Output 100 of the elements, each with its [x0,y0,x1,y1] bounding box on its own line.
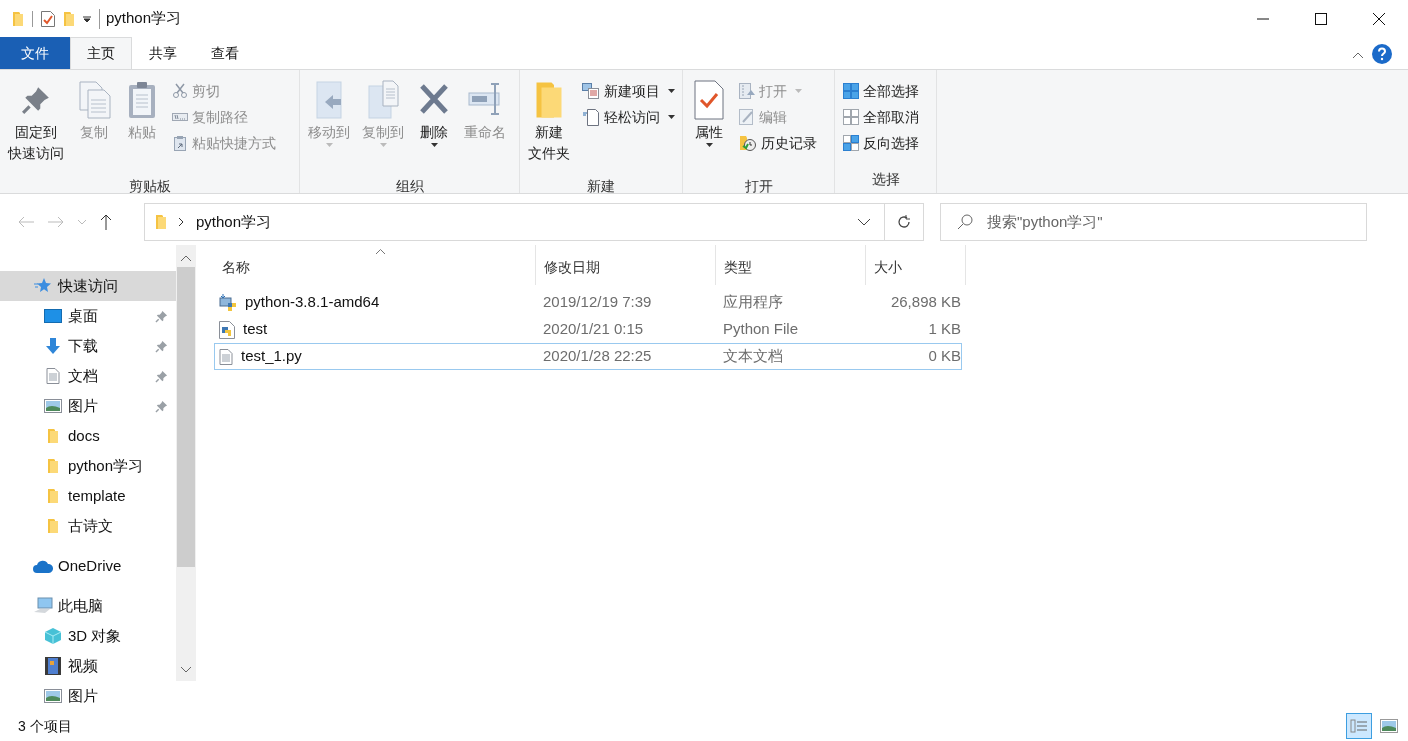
ribbon-button-label: 复制到 [362,123,404,142]
nav-item[interactable]: 文档 [0,361,176,391]
shortcut-icon [172,135,188,151]
search-input[interactable]: 搜索"python学习" [987,210,1366,234]
nav-item-label: docs [68,425,101,446]
installer-icon [219,293,237,312]
ribbon-small-button[interactable]: 全部取消 [839,104,923,130]
ribbon-button-label: 新建 [535,123,563,142]
nav-item[interactable]: python学习 [0,451,176,481]
file-row[interactable]: test_1.py 2020/1/28 22:25 文本文档 0 KB [214,343,962,370]
file-type: 文本文档 [722,346,784,367]
column-header[interactable]: 修改日期 [536,245,716,285]
ribbon-button[interactable]: 新建 文件夹 [524,74,574,176]
new-folder-icon [534,80,564,120]
computer-icon [33,597,53,615]
nav-item[interactable]: 快速访问 [0,271,176,301]
ribbon-tab[interactable]: 查看 [194,37,256,69]
nav-item-label: 桌面 [68,305,99,326]
ribbon-small-button[interactable]: 历史记录 [735,130,821,156]
view-toggle-button[interactable] [1346,713,1372,739]
nav-item[interactable]: OneDrive [0,551,176,581]
file-size: 1 KB [927,319,961,340]
ribbon-button[interactable]: 固定到 快速访问 [4,74,68,176]
up-arrow-icon[interactable] [100,214,112,230]
details-view-icon [1350,718,1368,734]
pin-icon [155,399,168,413]
file-name: test_1.py [241,346,302,367]
scrollbar[interactable] [176,245,196,681]
nav-item-label: 视频 [68,655,99,676]
ribbon-tab[interactable]: 共享 [132,37,194,69]
caret-icon [705,143,713,147]
ribbon-tab[interactable]: 主页 [70,37,132,69]
file-modified-date: 2019/12/19 7:39 [542,292,653,313]
nav-item[interactable]: 桌面 [0,301,176,331]
nav-item-label: OneDrive [58,555,123,576]
collapse-ribbon-icon[interactable] [1352,51,1364,59]
scroll-up-icon[interactable] [181,255,191,261]
file-modified-date: 2020/1/21 0:15 [542,319,645,340]
cloud-icon [33,559,53,573]
download-icon [45,338,61,354]
nav-item[interactable]: 3D 对象 [0,621,176,651]
ribbon-button[interactable]: 属性 [687,74,731,176]
caret-icon [668,89,675,93]
text-file-icon [219,348,233,365]
nav-item[interactable]: 下载 [0,331,176,361]
search-field[interactable]: 搜索"python学习" [940,203,1367,241]
chevron-right-icon [179,218,184,226]
document-icon [46,368,60,384]
file-name: python-3.8.1-amd64 [245,292,380,313]
nav-item[interactable]: 图片 [0,391,176,421]
ribbon-small-button[interactable]: 全部选择 [839,78,923,104]
item-count: 3 个项目 [17,716,73,736]
caret-icon [795,89,802,93]
nav-item[interactable]: docs [0,421,176,451]
scrollbar-thumb[interactable] [177,267,195,567]
nav-item[interactable]: 视频 [0,651,176,681]
folder-icon [63,10,75,27]
column-header[interactable]: 名称 [216,245,536,285]
close-icon [1373,12,1385,25]
ribbon-small-button[interactable]: 轻松访问 [578,104,679,130]
documents-icon [76,80,112,120]
new-item-icon [582,83,600,99]
dropdown-icon[interactable] [83,14,91,23]
pin-icon [155,339,168,353]
selection-grid-icon [843,109,859,125]
address-path: python学习 [196,211,273,232]
ribbon-button-label: 快速访问 [8,144,64,163]
nav-item[interactable]: 此电脑 [0,591,176,621]
ribbon-small-button[interactable]: 新建项目 [578,78,679,104]
ribbon-button-label: 粘贴 [128,123,156,142]
checkmark-document-icon[interactable] [41,10,55,27]
ribbon-tab[interactable]: 文件 [0,37,70,69]
nav-item[interactable]: 古诗文 [0,511,176,541]
file-row[interactable]: test 2020/1/21 0:15 Python File 1 KB [214,316,962,343]
nav-item-label: python学习 [68,455,145,476]
ribbon-button[interactable]: 删除 [412,74,456,176]
properties-icon [691,80,727,120]
nav-item-label: 3D 对象 [68,625,123,646]
nav-item[interactable]: 图片 [0,681,176,711]
scroll-down-icon[interactable] [181,667,191,673]
file-row[interactable]: python-3.8.1-amd64 2019/12/19 7:39 应用程序 26,898 KB [214,289,962,316]
folder-icon [47,428,59,444]
ribbon-button-label: 删除 [420,123,448,142]
nav-item-label: 图片 [68,685,99,706]
folder-icon [12,10,24,27]
folder-icon [155,214,167,230]
ribbon-button-label: 重命名 [464,123,506,142]
ribbon-button-label: 移动到 [308,123,350,142]
column-header[interactable]: 类型 [716,245,866,285]
nav-item[interactable]: template [0,481,176,511]
ribbon-group-label: 组织 [394,177,425,196]
nav-item-label: template [68,485,127,506]
open-icon [739,83,755,99]
address-bar[interactable]: python学习 [144,203,924,241]
python-file-icon [219,320,235,339]
column-header[interactable]: 大小 [866,245,966,285]
file-size: 0 KB [927,346,961,367]
ribbon-small-button[interactable]: 反向选择 [839,130,923,156]
chevron-down-icon[interactable] [858,218,870,226]
help-icon[interactable] [1372,44,1392,64]
